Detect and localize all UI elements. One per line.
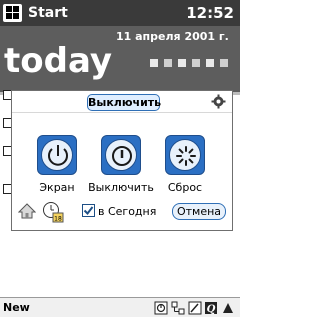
- decor-square: [220, 59, 228, 67]
- today-checkbox[interactable]: [82, 204, 95, 217]
- calendar-day-text: 18: [54, 216, 62, 223]
- decor-square: [150, 59, 158, 67]
- today-checkbox-label: в Сегодня: [98, 205, 157, 218]
- date-label: 11 апреля 2001 г.: [116, 30, 229, 43]
- dialog-footer: 18 в Сегодня Отмена: [12, 201, 232, 225]
- decor-square: [206, 59, 214, 67]
- power-icon[interactable]: [154, 301, 168, 315]
- clock-calendar-icon[interactable]: 18: [42, 201, 64, 223]
- reset-button[interactable]: [165, 135, 205, 175]
- svg-text:Q: Q: [207, 304, 216, 315]
- gear-icon[interactable]: [211, 94, 226, 109]
- reset-button-label: Сброс: [167, 181, 203, 194]
- top-bar: Start 12:52: [0, 0, 240, 26]
- tab-power-off[interactable]: Выключить: [87, 94, 161, 111]
- power-dialog: Выключить Экран Выключить Сброс 18 в Сег…: [11, 90, 233, 231]
- keyboard-icon[interactable]: [221, 301, 235, 315]
- dialog-header: Выключить: [12, 91, 232, 113]
- home-icon[interactable]: [18, 202, 36, 220]
- power-off-button[interactable]: [101, 135, 141, 175]
- screen-power-icon: [48, 145, 68, 166]
- start-menu-button[interactable]: Start: [28, 5, 68, 21]
- start-flag-icon[interactable]: [3, 4, 22, 22]
- checkmark-icon: [83, 206, 94, 216]
- decor-square: [178, 59, 186, 67]
- network-icon[interactable]: [171, 301, 185, 315]
- power-off-icon: [112, 146, 132, 166]
- decor-square: [192, 59, 200, 67]
- pen-edit-icon[interactable]: [188, 301, 202, 315]
- italic-input-icon[interactable]: Q: [204, 301, 218, 315]
- decor-square: [164, 59, 172, 67]
- reset-spinner-icon: [176, 146, 196, 166]
- bottom-bar: New Q: [0, 297, 240, 317]
- today-banner: 11 апреля 2001 г. today: [0, 26, 240, 92]
- screen-button[interactable]: [37, 135, 77, 175]
- cancel-button[interactable]: Отмена: [172, 203, 226, 220]
- clock[interactable]: 12:52: [186, 4, 234, 22]
- new-button[interactable]: New: [3, 301, 30, 314]
- today-title: today: [4, 41, 113, 81]
